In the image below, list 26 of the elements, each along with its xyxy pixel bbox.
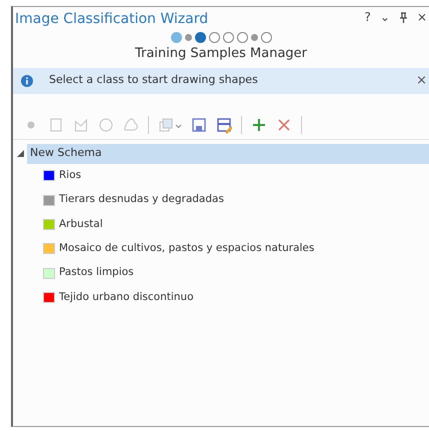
close-button[interactable]: ×	[416, 11, 427, 24]
window-title: Image Classification Wizard	[14, 10, 208, 29]
tree-item[interactable]: New Schema	[27, 144, 429, 164]
step-dot[interactable]	[170, 32, 182, 42]
save-icon[interactable]	[191, 116, 207, 134]
info-message: Select a class to start drawing shapes	[49, 72, 258, 88]
step-dot[interactable]	[260, 32, 272, 42]
help-button[interactable]: ?	[364, 11, 371, 24]
tree-item[interactable]: Rios	[59, 168, 82, 184]
step-dot[interactable]	[222, 32, 234, 42]
tree-item[interactable]: Tierars desnudas y degradadas	[59, 192, 224, 208]
step-dot[interactable]	[194, 32, 206, 42]
dropdown-button[interactable]: ⌄	[380, 11, 390, 24]
info-icon	[21, 74, 33, 86]
page-title: Training Samples Manager	[134, 45, 308, 63]
add-icon[interactable]	[251, 116, 267, 134]
save-as-icon[interactable]	[216, 116, 232, 134]
pin-button[interactable]	[398, 11, 408, 24]
close-button[interactable]: ×	[416, 70, 427, 90]
tree-item[interactable]: Pastos limpios	[59, 265, 134, 282]
step-dot[interactable]	[236, 32, 248, 42]
tree-item[interactable]: Mosaico de cultivos, pastos y espacios naturales	[59, 240, 314, 257]
remove-icon[interactable]	[276, 116, 292, 134]
tree-item[interactable]: Tejido urbano discontinuo	[59, 290, 194, 306]
tree-item[interactable]: Arbustal	[59, 216, 103, 232]
step-dot[interactable]	[208, 32, 220, 42]
